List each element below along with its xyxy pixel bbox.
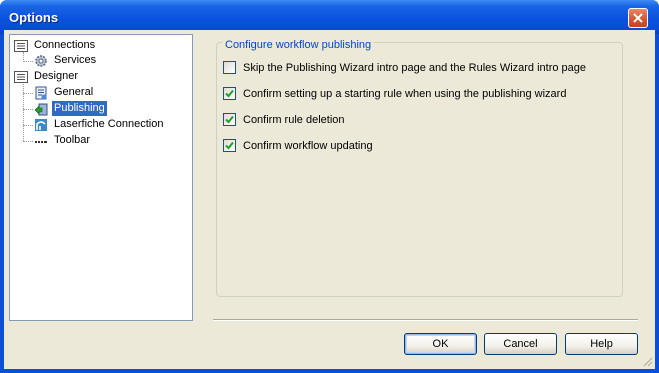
tree-line [23,125,33,126]
ok-button-label: OK [432,338,449,350]
title-bar[interactable]: Options [0,0,659,34]
publish-icon [34,102,48,116]
tree-item-general[interactable]: General [34,85,95,100]
tree-item-label: Connections [34,39,96,51]
checkbox[interactable] [223,61,236,74]
list-icon [14,39,28,53]
checkbox[interactable] [223,139,236,152]
dialog-body: Connections Services Designer General Pu… [4,30,655,369]
connection-icon [34,118,48,132]
tree-line [23,93,33,94]
close-button[interactable] [628,8,648,28]
checkbox[interactable] [223,113,236,126]
tree-item-label: Publishing [52,101,107,116]
tree-item-label: General [54,86,94,98]
checkmark-icon [225,89,234,98]
option-label: Skip the Publishing Wizard intro page an… [243,61,587,74]
cancel-button-label: Cancel [503,338,538,350]
tree-item-label: Laserfiche Connection [54,118,164,130]
checkmark-icon [225,141,234,150]
option-confirm-starting-rule[interactable]: Confirm setting up a starting rule when … [223,87,566,100]
option-label: Confirm rule deletion [243,113,345,126]
help-button[interactable]: Help [565,333,638,355]
window-title: Options [9,10,59,25]
tree-item-connections[interactable]: Connections [14,38,97,53]
tree-item-designer[interactable]: Designer [14,69,80,84]
publishing-group [216,42,623,297]
help-button-label: Help [590,338,613,350]
tree-item-label: Services [54,54,97,66]
tree-line [23,109,33,110]
options-tree[interactable]: Connections Services Designer General Pu… [9,34,193,321]
gear-icon [34,54,48,68]
option-skip-intro[interactable]: Skip the Publishing Wizard intro page an… [223,61,586,74]
tree-item-label: Designer [34,70,79,82]
tree-item-label: Toolbar [54,134,91,146]
option-confirm-workflow-updating[interactable]: Confirm workflow updating [223,139,373,152]
group-title: Configure workflow publishing [222,39,375,51]
list-icon [14,70,28,84]
toolbar-icon [34,134,48,148]
tree-line [23,141,33,142]
tree-line [23,61,33,62]
option-confirm-rule-deletion[interactable]: Confirm rule deletion [223,113,345,126]
tree-item-toolbar[interactable]: Toolbar [34,133,92,148]
option-label: Confirm setting up a starting rule when … [243,87,567,100]
cancel-button[interactable]: Cancel [484,333,557,355]
separator [213,319,638,321]
resize-grip-icon[interactable] [642,356,653,367]
tree-item-services[interactable]: Services [34,53,98,68]
tree-item-laserfiche-connection[interactable]: Laserfiche Connection [34,117,165,132]
options-dialog: Options Connections Services Designer Ge… [0,0,659,373]
checkmark-icon [225,115,234,124]
document-icon [34,86,48,100]
option-label: Confirm workflow updating [243,139,373,152]
checkbox[interactable] [223,87,236,100]
ok-button[interactable]: OK [404,333,477,355]
close-icon [633,13,643,23]
tree-item-publishing[interactable]: Publishing [34,101,107,116]
